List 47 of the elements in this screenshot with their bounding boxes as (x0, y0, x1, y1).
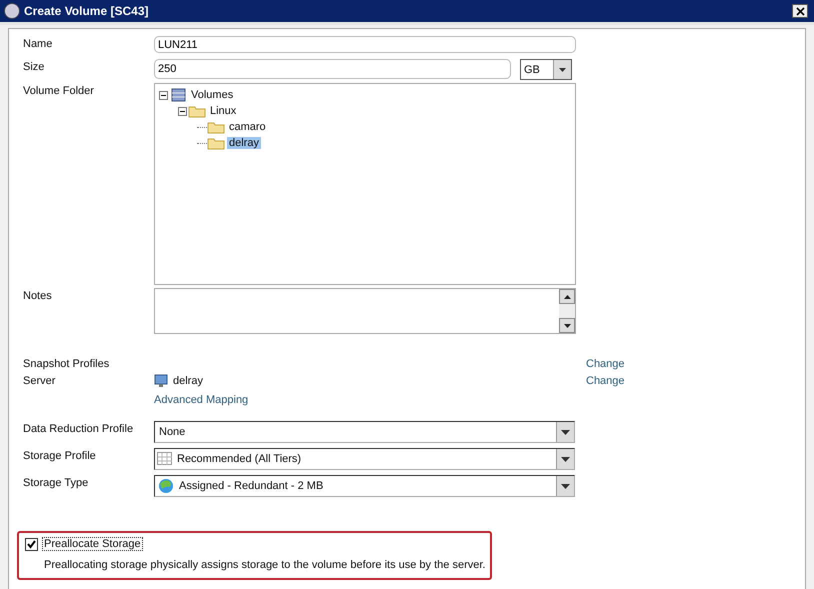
collapse-icon[interactable] (178, 106, 187, 116)
close-button[interactable] (792, 4, 808, 18)
dropdown[interactable]: None (154, 421, 575, 443)
scroll-down-button[interactable] (559, 318, 575, 333)
tree-item[interactable]: delray (227, 137, 261, 149)
field-label: Server (22, 374, 56, 387)
field-label: Storage Profile (22, 449, 97, 462)
name-field[interactable]: LUN211 (154, 36, 576, 53)
field-label: Data Reduction Profile (22, 422, 134, 435)
description-text: Preallocating storage physically assigns storage to the volume before its use by the server. (44, 559, 486, 571)
tree-item[interactable]: Volumes (189, 89, 236, 101)
caret-icon (561, 456, 570, 462)
scroll-up-button[interactable] (559, 289, 575, 304)
window-title: Create Volume [SC43] (24, 4, 150, 18)
folder-icon (188, 104, 206, 118)
field-label: Snapshot Profiles (22, 357, 110, 370)
caret-icon (559, 68, 566, 72)
folder-icon (207, 120, 225, 134)
tree-item[interactable]: Linux (208, 105, 238, 117)
up-arrow-icon (564, 294, 570, 298)
folder-icon (207, 136, 225, 150)
unit-dropdown[interactable]: GB (520, 59, 572, 80)
dropdown[interactable]: Assigned - Redundant - 2 MB (154, 475, 575, 497)
change-link[interactable]: Change (586, 373, 625, 387)
field-label: Size (22, 60, 46, 73)
field-label: Volume Folder (22, 84, 95, 97)
tree-item[interactable]: camaro (227, 121, 268, 133)
advanced-mapping-link[interactable]: Advanced Mapping (154, 392, 248, 406)
app-logo-icon (4, 3, 20, 19)
caret-icon (561, 430, 570, 434)
down-arrow-icon (564, 324, 570, 328)
storage-icon (169, 87, 187, 103)
change-link[interactable]: Change (586, 356, 625, 370)
field-label: Notes (22, 289, 53, 302)
field-label: Storage Type (22, 476, 90, 489)
check-icon (27, 540, 36, 548)
grid-icon (157, 452, 173, 466)
size-field[interactable]: 250 (154, 59, 511, 79)
caret-icon (561, 484, 570, 488)
field-label: Name (22, 37, 54, 50)
dropdown[interactable]: Recommended (All Tiers) (154, 448, 575, 470)
close-icon (796, 6, 804, 16)
server-name: delray (173, 375, 203, 387)
collapse-icon[interactable] (159, 90, 168, 100)
monitor-icon (154, 374, 168, 388)
notes-field[interactable] (154, 288, 576, 334)
globe-icon (157, 478, 175, 494)
